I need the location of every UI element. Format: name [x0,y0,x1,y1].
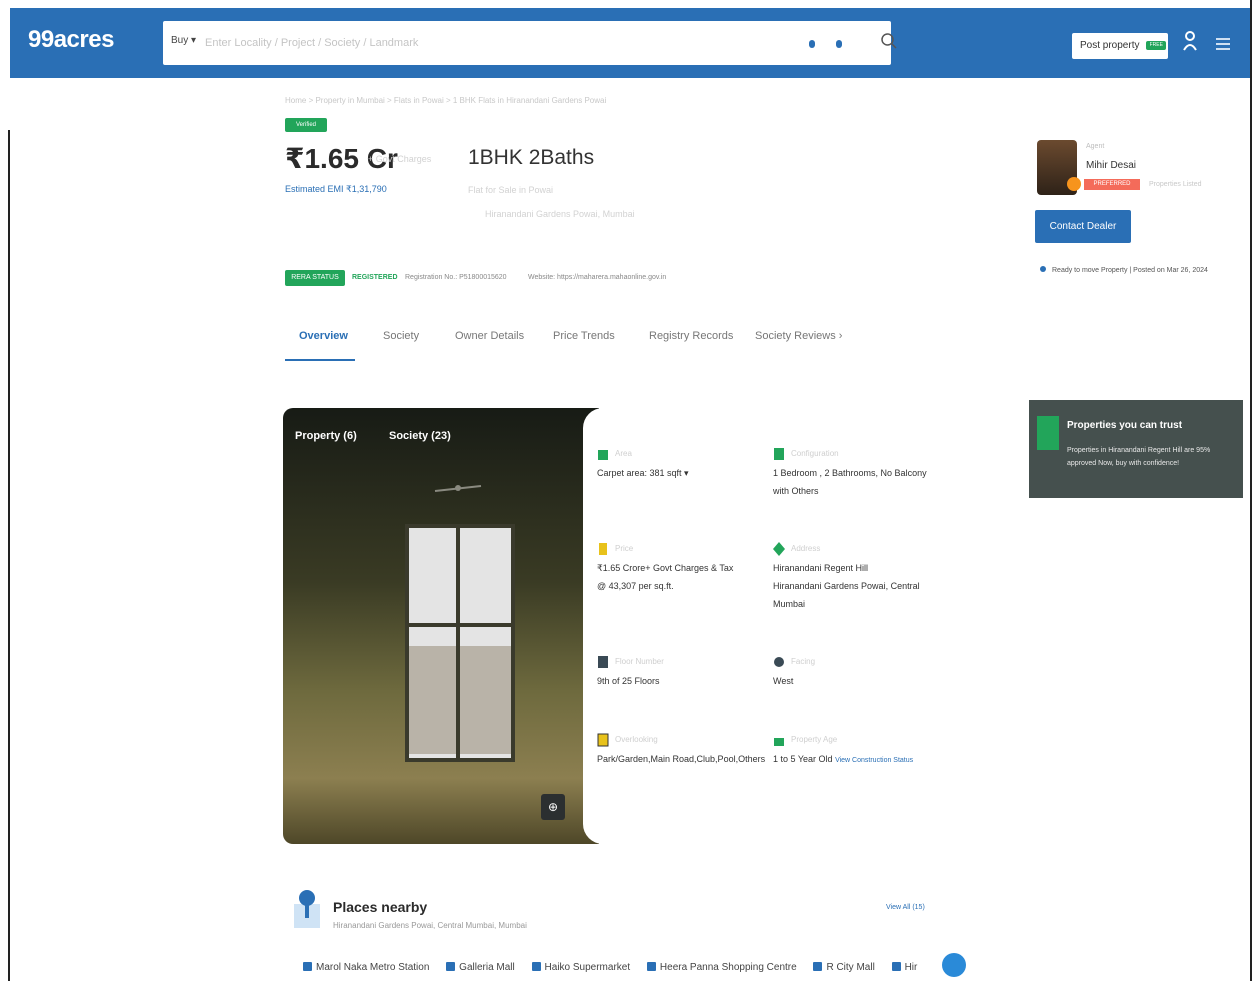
price-value: ₹1.65 Crore+ Govt Charges & Tax @ 43,307 … [597,563,734,591]
shopping-icon [446,962,456,971]
view-all-link[interactable]: View All (15) [886,904,925,911]
site-logo[interactable]: 99acres [28,26,114,54]
places-nearby-subtitle: Hiranandani Gardens Powai, Central Mumba… [333,921,527,930]
shopping-icon [813,962,823,971]
agent-avatar[interactable] [1037,140,1081,195]
zoom-icon[interactable]: ⊕ [541,794,565,820]
detail-tabs: Overview Society Owner Details Price Tre… [285,322,865,362]
overlooking-icon [597,733,609,747]
address-value: Hiranandani Regent Hill Hiranandani Garde… [773,563,920,609]
compass-icon [774,657,784,667]
price-note: + Govt Charges [368,154,432,164]
agent-name[interactable]: Mihir Desai [1086,160,1136,171]
tab-price-trends[interactable]: Price Trends [553,330,615,342]
mic-icon[interactable] [836,40,842,48]
place-chip[interactable]: Hir [891,962,917,973]
agent-extra: Properties Listed [1149,181,1202,188]
location-icon[interactable] [809,40,815,48]
trust-banner[interactable]: Properties you can trust Properties in H… [1029,400,1243,498]
shopping-icon [646,962,656,971]
post-property-button[interactable]: Post property FREE [1072,33,1168,59]
place-chip[interactable]: R City Mall [813,962,875,973]
free-badge: FREE [1146,40,1167,50]
places-chips: Marol Naka Metro Station Galleria Mall H… [303,962,953,981]
listing-type: Flat for Sale in Powai [468,185,554,195]
agent-kind: Agent [1086,143,1105,150]
search-mode-dropdown[interactable]: Buy ▾ [171,35,196,46]
info-dot-icon [1040,266,1046,272]
trust-title: Properties you can trust [1067,420,1183,431]
tab-society[interactable]: Society [383,330,419,342]
property-age-value: 1 to 5 Year Old View Construction Status [773,754,914,764]
contact-dealer-button[interactable]: Contact Dealer [1035,210,1131,243]
breadcrumb[interactable]: Home > Property in Mumbai > Flats in Pow… [285,96,606,105]
rera-registered: REGISTERED [352,274,398,281]
facing-value: West [773,676,794,686]
search-input[interactable] [203,31,767,55]
shopping-icon [531,962,541,971]
hamburger-menu-icon[interactable] [1216,38,1230,50]
hospital-icon [891,962,901,971]
window-shape [405,524,515,762]
place-chip[interactable]: Marol Naka Metro Station [303,962,429,973]
chips-next-button[interactable] [942,953,966,977]
trust-description: Properties in Hiranandani Regent Hill ar… [1067,447,1211,467]
photo-tab-property[interactable]: Property (6) [295,430,357,442]
agent-tag: PREFERRED AGENT [1084,179,1140,198]
scan-edge-left [8,130,10,981]
search-bar[interactable]: Buy ▾ [163,21,897,65]
property-photo[interactable]: Property (6) Society (23) ⊕ [283,408,599,844]
floor-icon [598,656,608,668]
rera-website[interactable]: Website: https://maharera.mahaonline.gov… [528,274,666,281]
rera-status-badge: RERA STATUS [285,270,345,286]
configuration-value: 1 Bedroom , 2 Bathrooms, No Balcony with … [773,468,927,496]
place-chip[interactable]: Heera Panna Shopping Centre [646,962,797,973]
listing-config: 1BHK 2Baths [468,146,595,169]
configuration-icon [774,448,784,460]
photo-tab-society[interactable]: Society (23) [389,430,451,442]
active-tab-indicator [285,359,355,361]
ready-to-move-info: Ready to move Property | Posted on Mar 2… [1040,266,1208,274]
agent-badge-icon [1067,177,1081,191]
place-chip[interactable]: Galleria Mall [446,962,515,973]
places-nearby-title: Places nearby [333,899,428,915]
area-icon [598,450,608,460]
listing-location: Hiranandani Gardens Powai, Mumbai [485,209,635,219]
scan-top-margin [0,0,1254,6]
search-icon[interactable] [880,32,898,50]
tab-society-reviews[interactable]: Society Reviews › [755,330,842,342]
floor-value: 9th of 25 Floors [597,676,660,686]
ribbon-icon [1037,416,1059,450]
area-value[interactable]: Carpet area: 381 sqft ▾ [597,464,689,482]
metro-icon [303,962,312,971]
tab-overview[interactable]: Overview [299,330,348,342]
construction-status-link[interactable]: View Construction Status [835,757,913,764]
verified-badge: Verified [285,118,327,132]
price-icon [599,543,607,555]
top-navbar: 99acres Buy ▾ Post property FREE [10,8,1250,78]
map-pin-icon [294,890,320,928]
place-chip[interactable]: Haiko Supermarket [531,962,630,973]
ceiling-fan-shape [434,485,482,492]
emi-link[interactable]: Estimated EMI ₹1,31,790 [285,184,387,195]
rera-registration-number: Registration No.: P51800015620 [405,274,507,281]
user-icon[interactable] [1182,30,1198,52]
tab-owner-details[interactable]: Owner Details [455,330,524,342]
building-age-icon [774,738,784,746]
address-icon [773,542,785,556]
post-property-label: Post property [1080,40,1140,51]
overlooking-value: Park/Garden,Main Road,Club,Pool,Others [597,754,766,764]
tab-registry-records[interactable]: Registry Records [649,330,733,342]
scan-edge-right [1250,0,1252,981]
